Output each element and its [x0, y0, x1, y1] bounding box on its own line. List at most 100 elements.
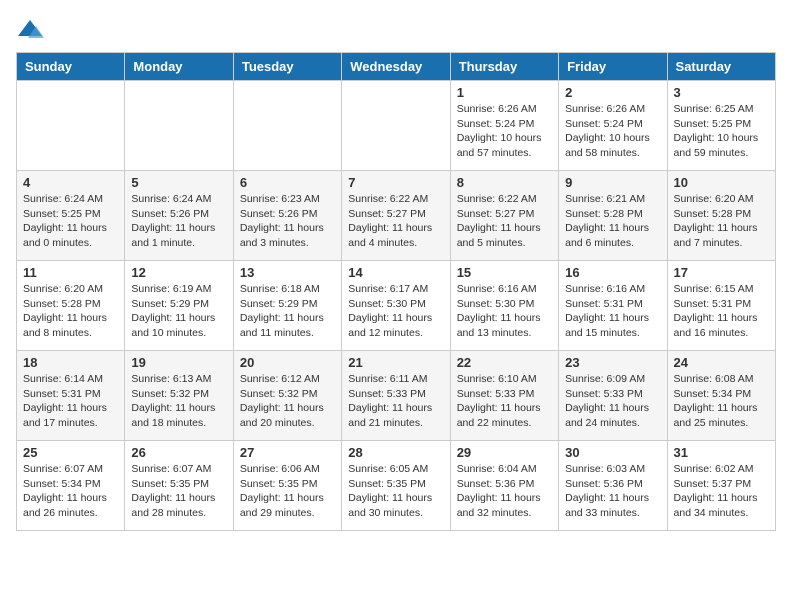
day-number: 28 — [348, 445, 443, 460]
day-header-wednesday: Wednesday — [342, 53, 450, 81]
calendar-cell: 30Sunrise: 6:03 AM Sunset: 5:36 PM Dayli… — [559, 441, 667, 531]
cell-info: Sunrise: 6:04 AM Sunset: 5:36 PM Dayligh… — [457, 462, 552, 521]
calendar-cell: 26 Sunrise: 6:07 AM Sunset: 5:35 PM Dayli… — [125, 441, 233, 531]
day-number: 27 — [240, 445, 335, 460]
calendar-cell: 10Sunrise: 6:20 AM Sunset: 5:28 PM Dayli… — [667, 171, 775, 261]
cell-info: Sunrise: 6:18 AM Sunset: 5:29 PM Dayligh… — [240, 282, 335, 341]
calendar-cell: 18 Sunrise: 6:14 AM Sunset: 5:31 PM Dayli… — [17, 351, 125, 441]
calendar-cell — [233, 81, 341, 171]
cell-info: Sunrise: 6:07 AM Sunset: 5:35 PM Dayligh… — [131, 462, 226, 521]
cell-info: Sunrise: 6:16 AM Sunset: 5:30 PM Dayligh… — [457, 282, 552, 341]
calendar-cell: 24 Sunrise: 6:08 AM Sunset: 5:34 PM Dayli… — [667, 351, 775, 441]
calendar-cell: 15 Sunrise: 6:16 AM Sunset: 5:30 PM Dayli… — [450, 261, 558, 351]
day-number: 6 — [240, 175, 335, 190]
calendar-cell: 27 Sunrise: 6:06 AM Sunset: 5:35 PM Dayli… — [233, 441, 341, 531]
day-number: 31 — [674, 445, 769, 460]
calendar-cell — [125, 81, 233, 171]
day-number: 13 — [240, 265, 335, 280]
cell-info: Sunrise: 6:06 AM Sunset: 5:35 PM Dayligh… — [240, 462, 335, 521]
day-number: 14 — [348, 265, 443, 280]
day-number: 15 — [457, 265, 552, 280]
week-row-3: 11 Sunrise: 6:20 AM Sunset: 5:28 PM Dayli… — [17, 261, 776, 351]
calendar-cell: 29 Sunrise: 6:04 AM Sunset: 5:36 PM Dayli… — [450, 441, 558, 531]
week-row-2: 4 Sunrise: 6:24 AM Sunset: 5:25 PM Daylig… — [17, 171, 776, 261]
calendar-cell: 11 Sunrise: 6:20 AM Sunset: 5:28 PM Dayli… — [17, 261, 125, 351]
cell-info: Sunrise: 6:09 AM Sunset: 5:33 PM Dayligh… — [565, 372, 660, 431]
cell-info: Sunrise: 6:07 AM Sunset: 5:34 PM Dayligh… — [23, 462, 118, 521]
cell-info: Sunrise: 6:22 AM Sunset: 5:27 PM Dayligh… — [457, 192, 552, 251]
cell-info: Sunrise: 6:13 AM Sunset: 5:32 PM Dayligh… — [131, 372, 226, 431]
cell-info: Sunrise: 6:24 AM Sunset: 5:25 PM Dayligh… — [23, 192, 118, 251]
cell-info: Sunrise: 6:22 AM Sunset: 5:27 PM Dayligh… — [348, 192, 443, 251]
day-number: 18 — [23, 355, 118, 370]
logo-icon — [16, 16, 44, 44]
cell-info: Sunrise: 6:24 AM Sunset: 5:26 PM Dayligh… — [131, 192, 226, 251]
cell-info: Sunrise: 6:23 AM Sunset: 5:26 PM Dayligh… — [240, 192, 335, 251]
calendar-cell: 8 Sunrise: 6:22 AM Sunset: 5:27 PM Daylig… — [450, 171, 558, 261]
calendar-cell: 2 Sunrise: 6:26 AM Sunset: 5:24 PM Daylig… — [559, 81, 667, 171]
day-number: 19 — [131, 355, 226, 370]
calendar-cell: 6 Sunrise: 6:23 AM Sunset: 5:26 PM Daylig… — [233, 171, 341, 261]
day-number: 12 — [131, 265, 226, 280]
calendar-cell: 25Sunrise: 6:07 AM Sunset: 5:34 PM Dayli… — [17, 441, 125, 531]
day-number: 3 — [674, 85, 769, 100]
cell-info: Sunrise: 6:10 AM Sunset: 5:33 PM Dayligh… — [457, 372, 552, 431]
calendar-cell: 13 Sunrise: 6:18 AM Sunset: 5:29 PM Dayli… — [233, 261, 341, 351]
day-number: 26 — [131, 445, 226, 460]
day-number: 29 — [457, 445, 552, 460]
cell-info: Sunrise: 6:08 AM Sunset: 5:34 PM Dayligh… — [674, 372, 769, 431]
day-number: 20 — [240, 355, 335, 370]
cell-info: Sunrise: 6:21 AM Sunset: 5:28 PM Dayligh… — [565, 192, 660, 251]
calendar-cell: 5 Sunrise: 6:24 AM Sunset: 5:26 PM Daylig… — [125, 171, 233, 261]
day-header-friday: Friday — [559, 53, 667, 81]
calendar-cell: 14 Sunrise: 6:17 AM Sunset: 5:30 PM Dayli… — [342, 261, 450, 351]
cell-info: Sunrise: 6:26 AM Sunset: 5:24 PM Dayligh… — [565, 102, 660, 161]
week-row-4: 18 Sunrise: 6:14 AM Sunset: 5:31 PM Dayli… — [17, 351, 776, 441]
day-number: 17 — [674, 265, 769, 280]
day-number: 16 — [565, 265, 660, 280]
day-number: 5 — [131, 175, 226, 190]
cell-info: Sunrise: 6:16 AM Sunset: 5:31 PM Dayligh… — [565, 282, 660, 341]
day-header-thursday: Thursday — [450, 53, 558, 81]
calendar-cell: 1Sunrise: 6:26 AM Sunset: 5:24 PM Daylig… — [450, 81, 558, 171]
calendar-cell: 12 Sunrise: 6:19 AM Sunset: 5:29 PM Dayli… — [125, 261, 233, 351]
cell-info: Sunrise: 6:15 AM Sunset: 5:31 PM Dayligh… — [674, 282, 769, 341]
calendar-cell — [342, 81, 450, 171]
page-header — [16, 16, 776, 44]
calendar-cell: 28 Sunrise: 6:05 AM Sunset: 5:35 PM Dayli… — [342, 441, 450, 531]
cell-info: Sunrise: 6:05 AM Sunset: 5:35 PM Dayligh… — [348, 462, 443, 521]
calendar-cell — [17, 81, 125, 171]
week-row-1: 1Sunrise: 6:26 AM Sunset: 5:24 PM Daylig… — [17, 81, 776, 171]
calendar-table: SundayMondayTuesdayWednesdayThursdayFrid… — [16, 52, 776, 531]
cell-info: Sunrise: 6:19 AM Sunset: 5:29 PM Dayligh… — [131, 282, 226, 341]
cell-info: Sunrise: 6:20 AM Sunset: 5:28 PM Dayligh… — [23, 282, 118, 341]
day-number: 10 — [674, 175, 769, 190]
calendar-cell: 23Sunrise: 6:09 AM Sunset: 5:33 PM Dayli… — [559, 351, 667, 441]
day-header-tuesday: Tuesday — [233, 53, 341, 81]
day-number: 22 — [457, 355, 552, 370]
cell-info: Sunrise: 6:25 AM Sunset: 5:25 PM Dayligh… — [674, 102, 769, 161]
cell-info: Sunrise: 6:02 AM Sunset: 5:37 PM Dayligh… — [674, 462, 769, 521]
day-number: 21 — [348, 355, 443, 370]
day-number: 9 — [565, 175, 660, 190]
calendar-cell: 17 Sunrise: 6:15 AM Sunset: 5:31 PM Dayli… — [667, 261, 775, 351]
day-number: 24 — [674, 355, 769, 370]
cell-info: Sunrise: 6:17 AM Sunset: 5:30 PM Dayligh… — [348, 282, 443, 341]
calendar-cell: 22 Sunrise: 6:10 AM Sunset: 5:33 PM Dayli… — [450, 351, 558, 441]
calendar-cell: 9 Sunrise: 6:21 AM Sunset: 5:28 PM Daylig… — [559, 171, 667, 261]
calendar-cell: 31 Sunrise: 6:02 AM Sunset: 5:37 PM Dayli… — [667, 441, 775, 531]
calendar-cell: 7Sunrise: 6:22 AM Sunset: 5:27 PM Daylig… — [342, 171, 450, 261]
calendar-cell: 20Sunrise: 6:12 AM Sunset: 5:32 PM Dayli… — [233, 351, 341, 441]
day-number: 8 — [457, 175, 552, 190]
day-number: 11 — [23, 265, 118, 280]
day-number: 2 — [565, 85, 660, 100]
day-header-sunday: Sunday — [17, 53, 125, 81]
day-header-saturday: Saturday — [667, 53, 775, 81]
cell-info: Sunrise: 6:11 AM Sunset: 5:33 PM Dayligh… — [348, 372, 443, 431]
week-row-5: 25Sunrise: 6:07 AM Sunset: 5:34 PM Dayli… — [17, 441, 776, 531]
calendar-cell: 4 Sunrise: 6:24 AM Sunset: 5:25 PM Daylig… — [17, 171, 125, 261]
day-number: 4 — [23, 175, 118, 190]
calendar-cell: 21 Sunrise: 6:11 AM Sunset: 5:33 PM Dayli… — [342, 351, 450, 441]
cell-info: Sunrise: 6:14 AM Sunset: 5:31 PM Dayligh… — [23, 372, 118, 431]
day-header-monday: Monday — [125, 53, 233, 81]
